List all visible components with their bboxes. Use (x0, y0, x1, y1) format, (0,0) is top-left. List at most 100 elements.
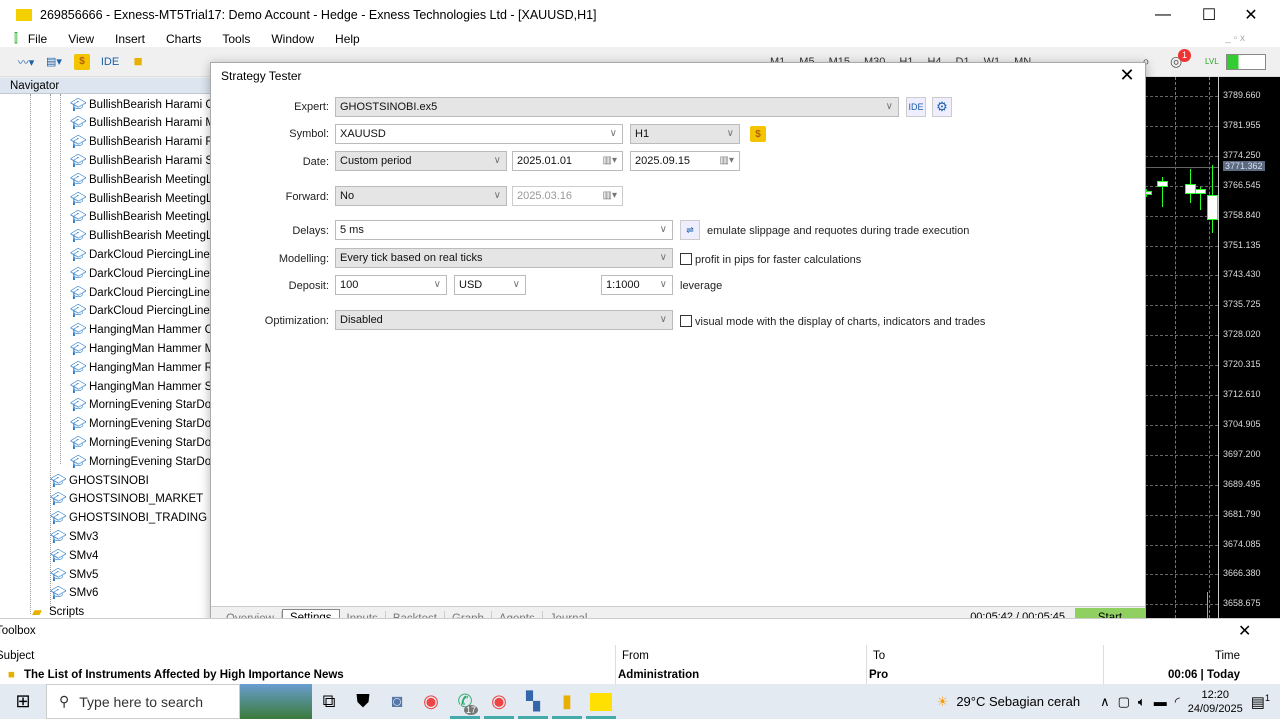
menu-tools[interactable]: Tools (222, 32, 250, 46)
settings-gear-icon[interactable]: ⚙ (932, 97, 952, 117)
navigator-item[interactable]: 🎓︎ HangingMan Hammer R (70, 358, 213, 377)
navigator-item[interactable]: 🎓︎ SMv6 (50, 584, 98, 603)
metaeditor-icon[interactable]: ▮ (550, 684, 584, 719)
navigator-item[interactable]: 🎓︎ SMv3 (50, 527, 98, 546)
symbol-select[interactable]: XAUUSD ∨ (335, 124, 623, 144)
clock[interactable]: 12:20 24/09/2025 (1188, 688, 1243, 716)
currency-select[interactable]: USD ∨ (454, 275, 526, 295)
navigator-item[interactable]: 🎓︎ MorningEvening StarDo (70, 396, 211, 415)
navigator-item[interactable]: 🎓︎ BullishBearish MeetingL (70, 227, 212, 246)
navigator-item[interactable]: 🎓︎ BullishBearish Harami C (70, 95, 214, 114)
navigator-item[interactable]: 🎓︎ HangingMan Hammer C (70, 321, 213, 340)
weather-text[interactable]: 29°C Sebagian cerah (956, 694, 1080, 709)
date-to-picker[interactable]: 2025.09.15 ▥▾ (630, 151, 740, 171)
price-label: 3751.135 (1223, 239, 1261, 250)
navigator-item[interactable]: 🎓︎ MorningEvening StarDo (70, 415, 211, 434)
navigator-item[interactable]: 🎓︎ MorningEvening StarDo (70, 452, 211, 471)
whatsapp-icon[interactable]: ✆ 17 (448, 684, 482, 719)
expert-advisor-icon: 🎓︎ (70, 340, 87, 356)
battery-icon[interactable]: ▬ (1154, 694, 1167, 709)
menu-charts[interactable]: Charts (166, 32, 201, 46)
navigator-item[interactable]: 🎓︎ HangingMan Hammer M (70, 339, 214, 358)
expert-advisor-icon: 🎓︎ (50, 566, 67, 582)
navigator-item[interactable]: 🎓︎ BullishBearish MeetingL (70, 208, 212, 227)
symbol-properties-button[interactable]: $ (748, 124, 768, 144)
pips-checkbox[interactable]: profit in pips for faster calculations (680, 253, 861, 266)
maximize-button[interactable]: ☐ (1186, 0, 1232, 30)
task-view-icon[interactable]: ⧉ (312, 684, 346, 719)
price-label: 3720.315 (1223, 359, 1261, 370)
market-button[interactable]: $ (72, 52, 92, 72)
ide-button[interactable]: IDE (100, 52, 120, 72)
date-mode-select[interactable]: Custom period ∨ (335, 151, 507, 171)
minimize-button[interactable]: — (1140, 0, 1186, 30)
navigator-item[interactable]: 🎓︎ DarkCloud PiercingLine (70, 283, 210, 302)
mdi-controls[interactable]: _ ▫ x (1225, 33, 1245, 44)
navigator-item[interactable]: 🎓︎ GHOSTSINOBI (50, 471, 149, 490)
menu-view[interactable]: View (68, 32, 94, 46)
whatsapp-badge: 17 (463, 705, 478, 715)
chrome-icon[interactable]: ◉ (414, 684, 448, 719)
navigator-item[interactable]: 🎓︎ DarkCloud PiercingLine (70, 245, 210, 264)
navigator-item[interactable]: ▰ Scripts (30, 603, 84, 618)
dialog-close-button[interactable]: ✕ (1117, 65, 1137, 86)
shopping-bag-icon[interactable]: ■ (128, 52, 148, 72)
lvl-icon[interactable]: LVL (1205, 57, 1219, 66)
navigator-item[interactable]: 🎓︎ BullishBearish Harami St (70, 151, 215, 170)
line-chart-icon[interactable]: 〰▾ (16, 52, 36, 72)
expert-advisor-icon: 🎓︎ (70, 246, 87, 262)
navigator-item[interactable]: 🎓︎ SMv5 (50, 565, 98, 584)
security-shield-icon[interactable]: ⛊ (346, 684, 380, 719)
ide-button[interactable]: IDE (906, 97, 926, 117)
optimization-select[interactable]: Disabled ∨ (335, 310, 673, 330)
visual-mode-checkbox[interactable]: visual mode with the display of charts, … (680, 315, 985, 328)
dollar-icon: $ (750, 126, 766, 142)
exness-terminal-icon[interactable] (584, 684, 618, 719)
camera-icon[interactable]: ◙ (380, 684, 414, 719)
column-subject[interactable]: Subject (0, 650, 34, 662)
navigator-header: Navigator (0, 78, 215, 94)
close-button[interactable]: ✕ (1228, 0, 1274, 30)
expert-select[interactable]: GHOSTSINOBI.ex5 ∨ (335, 97, 899, 117)
leverage-select[interactable]: 1:1000 ∨ (601, 275, 673, 295)
forward-select[interactable]: No ∨ (335, 186, 507, 206)
price-axis-line (1218, 77, 1219, 618)
navigator-item[interactable]: 🎓︎ GHOSTSINOBI_TRADING (50, 509, 207, 528)
windows-start-icon[interactable]: ⊞ (0, 684, 46, 719)
navigator-item[interactable]: 🎓︎ DarkCloud PiercingLine (70, 302, 210, 321)
delay-settings-icon[interactable]: ⇌ (680, 220, 700, 240)
menu-help[interactable]: Help (335, 32, 360, 46)
checkbox-icon (680, 253, 692, 265)
menu-insert[interactable]: Insert (115, 32, 145, 46)
notifications-icon[interactable]: ◎ 1 (1170, 49, 1191, 70)
navigator-item[interactable]: 🎓︎ BullishBearish MeetingL (70, 170, 212, 189)
navigator-item[interactable]: 🎓︎ GHOSTSINOBI_MARKET (50, 490, 203, 509)
deposit-select[interactable]: 100 ∨ (335, 275, 447, 295)
date-from-picker[interactable]: 2025.01.01 ▥▾ (512, 151, 623, 171)
toolbox-close-button[interactable]: ✕ (1238, 621, 1251, 641)
navigator-item[interactable]: 🎓︎ SMv4 (50, 546, 98, 565)
timeframe-select[interactable]: H1 ∨ (630, 124, 740, 144)
wifi-icon[interactable]: ◜ (1175, 694, 1180, 710)
navigator-item[interactable]: 🎓︎ MorningEvening StarDo (70, 433, 211, 452)
volume-icon[interactable]: 🔈︎ (1138, 694, 1146, 710)
table-row[interactable]: ■ The List of Instruments Affected by Hi… (0, 669, 1250, 685)
delays-select[interactable]: 5 ms ∨ (335, 220, 673, 240)
meet-icon[interactable]: ▢ (1118, 694, 1130, 710)
tray-chevron-icon[interactable]: ∧ (1100, 694, 1110, 710)
notification-center-icon[interactable]: ▤1 (1251, 693, 1270, 711)
price-chart[interactable]: 3789.660 3781.955 3774.250 3766.545 3758.840… (1145, 77, 1280, 618)
navigator-item[interactable]: 🎓︎ BullishBearish Harami RS (70, 133, 215, 152)
search-input[interactable]: ⚲ Type here to search (46, 684, 240, 719)
navigator-item[interactable]: 🎓︎ HangingMan Hammer S (70, 377, 212, 396)
menu-file[interactable]: File (28, 32, 47, 46)
network-app-icon[interactable]: ▚ (516, 684, 550, 719)
menu-window[interactable]: Window (271, 32, 314, 46)
navigator-item[interactable]: 🎓︎ BullishBearish Harami M (70, 114, 215, 133)
chrome-profile-icon[interactable]: ◉ (482, 684, 516, 719)
modelling-select[interactable]: Every tick based on real ticks ∨ (335, 248, 673, 268)
navigator-item[interactable]: 🎓︎ BullishBearish MeetingL (70, 189, 212, 208)
price-label: 3704.905 (1223, 418, 1261, 429)
navigator-item[interactable]: 🎓︎ DarkCloud PiercingLine (70, 264, 210, 283)
chart-template-icon[interactable]: ▤▾ (44, 52, 64, 72)
